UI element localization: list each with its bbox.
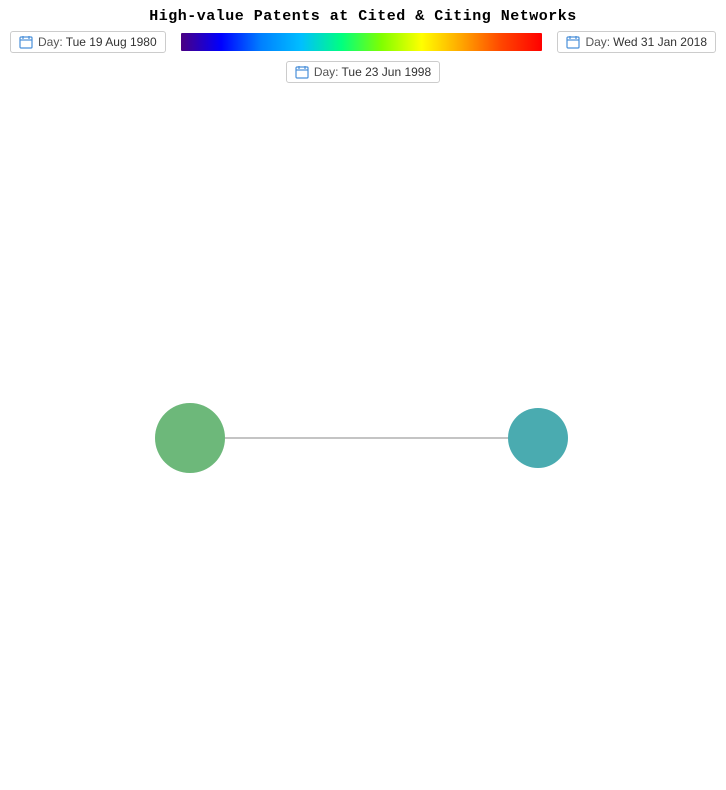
calendar-icon-middle (295, 65, 309, 79)
right-date-badge[interactable]: Day: Wed 31 Jan 2018 (557, 31, 716, 53)
page-title: High-value Patents at Cited & Citing Net… (0, 0, 726, 31)
graph-area (0, 93, 726, 773)
node-right[interactable] (508, 408, 568, 468)
middle-date-value: Tue 23 Jun 1998 (342, 65, 432, 79)
middle-date-badge[interactable]: Day: Tue 23 Jun 1998 (286, 61, 440, 83)
right-date-label: Day: (585, 35, 610, 49)
middle-date-label: Day: (314, 65, 339, 79)
controls-row: Day: Tue 19 Aug 1980 Day: Wed 31 Jan 201… (0, 31, 726, 53)
left-date-value: Tue 19 Aug 1980 (66, 35, 157, 49)
calendar-icon-right (566, 35, 580, 49)
color-bar (181, 33, 543, 51)
left-date-badge[interactable]: Day: Tue 19 Aug 1980 (10, 31, 166, 53)
color-bar-container (181, 33, 543, 51)
middle-row: Day: Tue 23 Jun 1998 (0, 61, 726, 83)
graph-svg (0, 93, 726, 773)
left-date-label: Day: (38, 35, 63, 49)
right-date-value: Wed 31 Jan 2018 (613, 35, 707, 49)
calendar-icon-left (19, 35, 33, 49)
node-left[interactable] (155, 403, 225, 473)
